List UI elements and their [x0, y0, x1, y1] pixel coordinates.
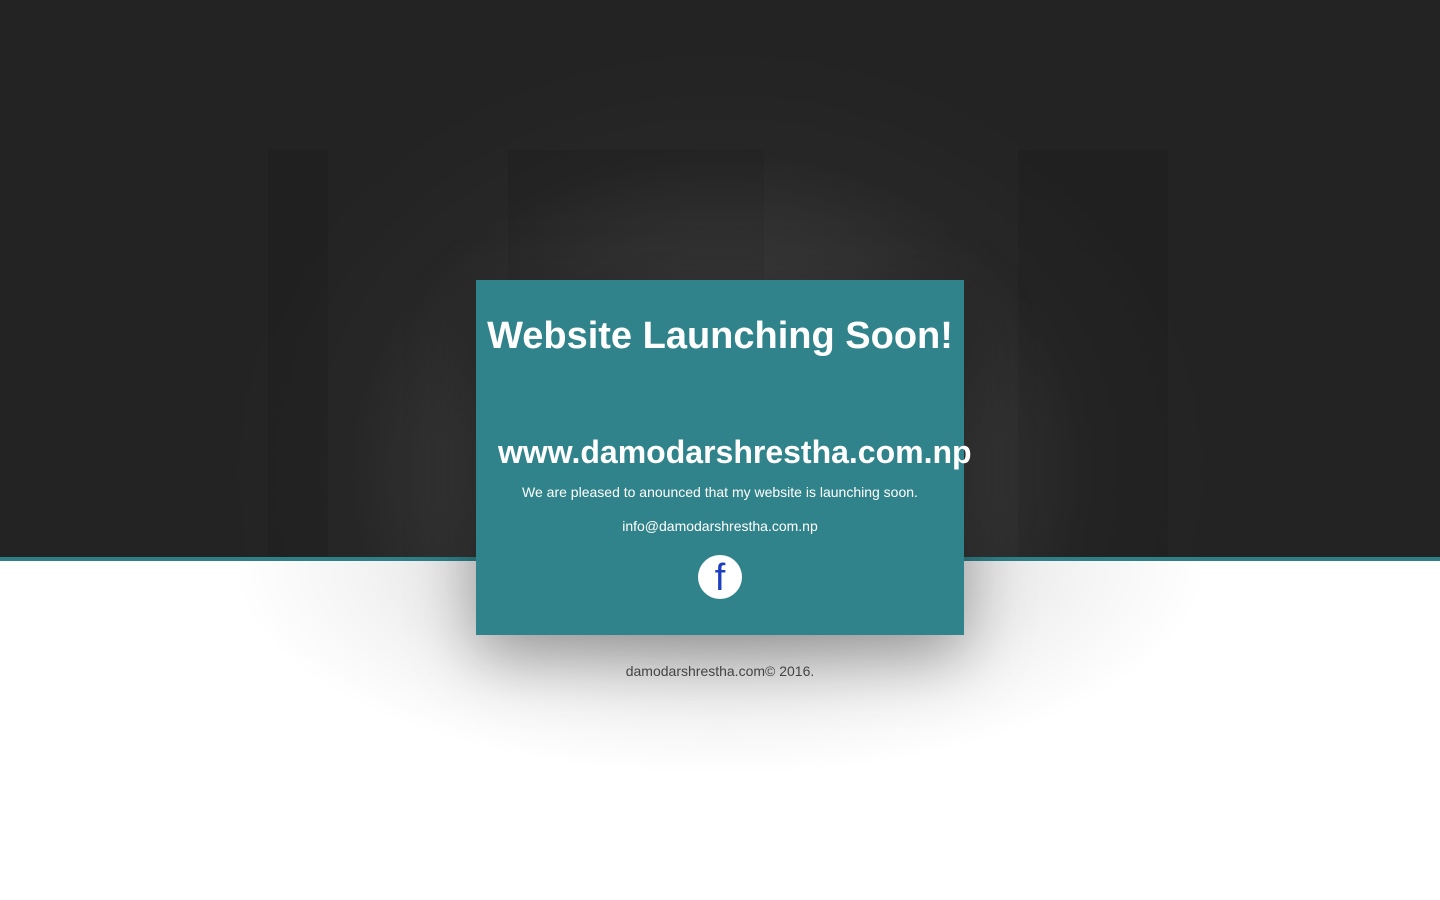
website-domain: www.damodarshrestha.com.np	[498, 434, 972, 470]
contact-email-link[interactable]: info@damodarshrestha.com.np	[476, 517, 964, 535]
launch-card: Website Launching Soon! www.damodarshres…	[476, 280, 972, 635]
facebook-link[interactable]: f	[698, 555, 742, 599]
announcement-text: We are pleased to anounced that my websi…	[522, 484, 918, 500]
footer-copyright: damodarshrestha.com© 2016.	[625, 663, 815, 679]
page: Website Launching Soon! www.damodarshres…	[0, 0, 1440, 900]
background-stripe	[1018, 150, 1168, 557]
facebook-icon: f	[714, 557, 726, 599]
launch-headline: Website Launching Soon!	[487, 315, 953, 357]
background-stripe	[268, 150, 328, 557]
